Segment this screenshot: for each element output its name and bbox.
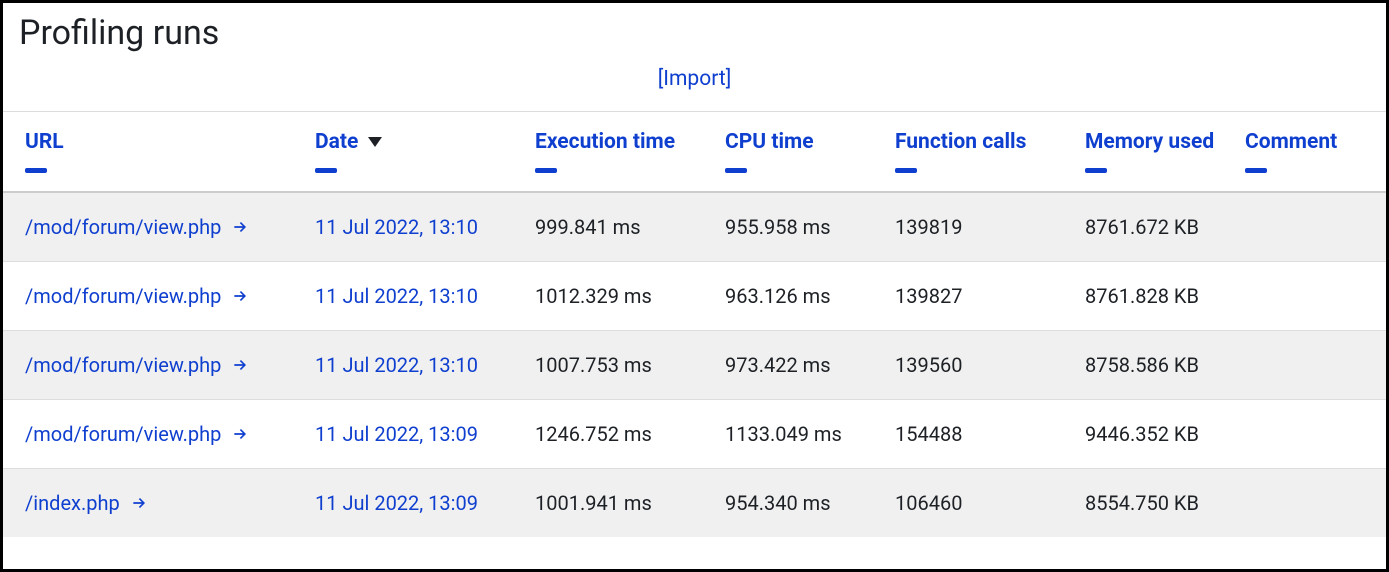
run-url-link[interactable]: /mod/forum/view.php [25, 422, 251, 446]
collapse-icon[interactable] [1085, 168, 1107, 173]
column-header-cpu[interactable]: CPU time [725, 130, 814, 154]
run-url-text: /mod/forum/view.php [25, 353, 221, 377]
run-url-text: /index.php [25, 491, 120, 515]
run-mem: 8761.828 KB [1085, 284, 1199, 308]
run-url-link[interactable]: /mod/forum/view.php [25, 215, 251, 239]
arrow-right-icon [231, 355, 251, 375]
run-exec: 1012.329 ms [535, 284, 652, 308]
run-func: 139560 [895, 353, 962, 377]
column-header-url[interactable]: URL [25, 130, 64, 154]
table-row: /mod/forum/view.php 11 Jul 2022, 13:10 1… [3, 262, 1386, 331]
column-header-exec[interactable]: Execution time [535, 130, 675, 154]
run-exec: 1007.753 ms [535, 353, 652, 377]
run-mem: 8761.672 KB [1085, 215, 1199, 239]
import-link[interactable]: [Import] [658, 67, 732, 91]
run-mem: 8554.750 KB [1085, 491, 1199, 515]
run-mem: 9446.352 KB [1085, 422, 1199, 446]
arrow-right-icon [130, 493, 150, 513]
collapse-icon[interactable] [895, 168, 917, 173]
column-header-date-label: Date [315, 130, 358, 154]
profiling-table: URL Date Execution time CPU time Functio… [3, 111, 1386, 537]
column-header-date[interactable]: Date [315, 130, 382, 154]
run-date-link[interactable]: 11 Jul 2022, 13:10 [315, 284, 478, 308]
run-exec: 1001.941 ms [535, 491, 652, 515]
column-header-mem[interactable]: Memory used [1085, 130, 1214, 154]
run-url-link[interactable]: /index.php [25, 491, 150, 515]
collapse-icon[interactable] [725, 168, 747, 173]
run-exec: 1246.752 ms [535, 422, 652, 446]
run-func: 154488 [895, 422, 962, 446]
collapse-icon[interactable] [535, 168, 557, 173]
run-func: 139819 [895, 215, 962, 239]
run-url-text: /mod/forum/view.php [25, 422, 221, 446]
collapse-icon[interactable] [1245, 168, 1267, 173]
run-date-link[interactable]: 11 Jul 2022, 13:09 [315, 491, 478, 515]
run-exec: 999.841 ms [535, 215, 641, 239]
run-cpu: 954.340 ms [725, 491, 831, 515]
collapse-icon[interactable] [25, 168, 47, 173]
table-row: /mod/forum/view.php 11 Jul 2022, 13:10 9… [3, 192, 1386, 262]
column-header-func[interactable]: Function calls [895, 130, 1026, 154]
arrow-right-icon [231, 424, 251, 444]
run-cpu: 973.422 ms [725, 353, 831, 377]
run-func: 139827 [895, 284, 962, 308]
table-row: /mod/forum/view.php 11 Jul 2022, 13:09 1… [3, 400, 1386, 469]
run-date-link[interactable]: 11 Jul 2022, 13:10 [315, 215, 478, 239]
run-cpu: 955.958 ms [725, 215, 831, 239]
run-url-link[interactable]: /mod/forum/view.php [25, 353, 251, 377]
table-row: /index.php 11 Jul 2022, 13:09 1001.941 m… [3, 469, 1386, 538]
run-date-link[interactable]: 11 Jul 2022, 13:09 [315, 422, 478, 446]
page-title: Profiling runs [3, 3, 1386, 61]
sort-desc-icon [368, 137, 382, 147]
run-date-link[interactable]: 11 Jul 2022, 13:10 [315, 353, 478, 377]
run-cpu: 963.126 ms [725, 284, 831, 308]
run-url-text: /mod/forum/view.php [25, 215, 221, 239]
run-mem: 8758.586 KB [1085, 353, 1199, 377]
run-url-link[interactable]: /mod/forum/view.php [25, 284, 251, 308]
collapse-icon[interactable] [315, 168, 337, 173]
run-func: 106460 [895, 491, 962, 515]
arrow-right-icon [231, 286, 251, 306]
run-cpu: 1133.049 ms [725, 422, 842, 446]
table-row: /mod/forum/view.php 11 Jul 2022, 13:10 1… [3, 331, 1386, 400]
arrow-right-icon [231, 217, 251, 237]
table-header-row: URL Date Execution time CPU time Functio… [3, 112, 1386, 193]
run-url-text: /mod/forum/view.php [25, 284, 221, 308]
column-header-comment[interactable]: Comment [1245, 130, 1337, 154]
